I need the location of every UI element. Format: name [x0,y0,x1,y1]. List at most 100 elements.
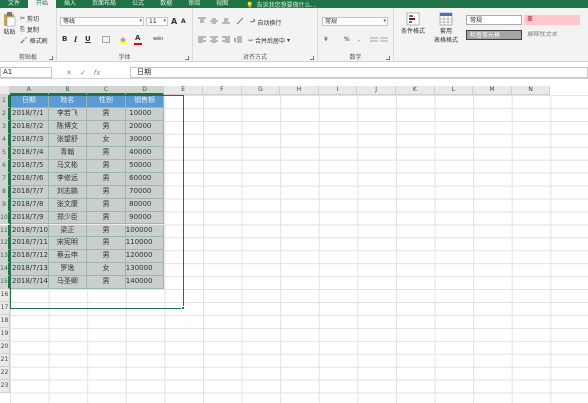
row-header-16[interactable]: 16 [0,289,10,303]
column-header-J[interactable]: J [357,86,396,95]
row-header-9[interactable]: 9 [0,198,10,212]
style-bad[interactable]: 差 [524,15,580,25]
row-header-1[interactable]: 1 [0,95,10,108]
cell-A3[interactable]: 2018/7/2 [10,120,49,134]
currency-button[interactable]: ¥ [324,36,328,43]
cell-B7[interactable]: 李修远 [48,172,88,186]
cell-B5[interactable]: 青翰 [48,146,88,160]
cell-B1[interactable]: 姓名 [48,95,88,108]
row-header-15[interactable]: 15 [0,276,10,290]
number-format-dropdown[interactable]: 常规 ▾ [322,17,388,26]
increase-decimal-icon[interactable] [370,36,378,43]
row-header-2[interactable]: 2 [0,107,10,121]
row-header-3[interactable]: 3 [0,120,10,134]
tab-5[interactable]: 数据 [152,0,180,8]
tab-0[interactable]: 文件 [0,0,28,8]
row-header-6[interactable]: 6 [0,159,10,173]
cell-B8[interactable]: 刘志鹏 [48,185,88,199]
column-header-B[interactable]: B [48,86,88,95]
cell-B13[interactable]: 蔡云申 [48,250,88,264]
cell-B12[interactable]: 宋宪明 [48,237,88,251]
column-header-G[interactable]: G [241,86,281,95]
underline-button[interactable]: U [85,35,91,43]
copy-button[interactable]: ⎘ 复制 [20,25,39,35]
cell-B10[interactable]: 郑少臣 [48,211,88,225]
cell-C9[interactable]: 男 [87,198,126,212]
tab-1[interactable]: 开始 [28,0,57,8]
row-header-20[interactable]: 20 [0,341,10,354]
clipboard-launcher-icon[interactable] [49,56,53,60]
cell-A14[interactable]: 2018/7/13 [10,263,49,277]
cell-C13[interactable]: 男 [87,250,126,264]
cell-D4[interactable]: 30000 [125,133,165,147]
shrink-font-button[interactable]: A [181,18,186,25]
cell-C7[interactable]: 男 [87,172,126,186]
cell-C10[interactable]: 男 [87,211,126,225]
column-header-N[interactable]: N [511,86,551,95]
percent-button[interactable]: % [344,36,350,43]
tab-7[interactable]: 视图 [208,0,236,8]
number-launcher-icon[interactable] [386,56,390,60]
cell-D7[interactable]: 60000 [125,172,165,186]
cell-D10[interactable]: 90000 [125,211,165,225]
format-as-table-button[interactable]: 套用 表格格式 [432,12,460,44]
cell-A12[interactable]: 2018/7/11 [10,237,49,251]
column-header-M[interactable]: M [473,86,512,95]
column-header-A[interactable]: A [10,86,49,95]
cell-D1[interactable]: 销售额 [125,95,165,108]
cell-D5[interactable]: 40000 [125,146,165,160]
formula-input[interactable]: 日期 [130,67,588,78]
format-painter-button[interactable]: 🖌 格式刷 [20,36,48,45]
conditional-format-button[interactable]: 条件格式 [398,12,428,35]
cell-A1[interactable]: 日期 [10,95,49,108]
tab-4[interactable]: 公式 [124,0,152,8]
row-header-17[interactable]: 17 [0,302,10,316]
borders-icon[interactable] [102,36,110,43]
cell-D11[interactable]: 100000 [125,224,165,238]
cell-D15[interactable]: 140000 [125,276,165,290]
enter-icon[interactable]: ✓ [80,69,86,77]
bold-button[interactable]: B [62,35,67,43]
font-color-button[interactable]: A [135,34,140,42]
align-right-icon[interactable] [222,36,230,43]
cell-A8[interactable]: 2018/7/7 [10,185,49,199]
cell-C12[interactable]: 男 [87,237,126,251]
column-header-L[interactable]: L [434,86,474,95]
cell-A13[interactable]: 2018/7/12 [10,250,49,264]
cell-B9[interactable]: 张文康 [48,198,88,212]
fill-handle[interactable] [181,306,185,310]
column-header-K[interactable]: K [396,86,435,95]
decrease-decimal-icon[interactable] [380,36,388,43]
cell-C8[interactable]: 男 [87,185,126,199]
cell-C2[interactable]: 男 [87,107,126,121]
cell-B15[interactable]: 马圣卿 [48,276,88,290]
italic-button[interactable]: I [74,35,77,44]
column-header-H[interactable]: H [280,86,319,95]
cell-C14[interactable]: 女 [87,263,126,277]
row-header-4[interactable]: 4 [0,133,10,147]
cell-D8[interactable]: 70000 [125,185,165,199]
row-header-11[interactable]: 11 [0,224,10,238]
cell-B14[interactable]: 罗逸 [48,263,88,277]
cell-A7[interactable]: 2018/7/6 [10,172,49,186]
decrease-indent-icon[interactable] [234,36,242,43]
cell-D9[interactable]: 80000 [125,198,165,212]
alignment-launcher-icon[interactable] [310,56,314,60]
cell-C1[interactable]: 性别 [87,95,126,108]
merge-center-button[interactable]: ⇿ 合并后居中 ▾ [248,36,290,45]
comma-button[interactable]: , [358,36,360,43]
align-top-icon[interactable] [198,17,206,24]
cell-C15[interactable]: 男 [87,276,126,290]
row-header-12[interactable]: 12 [0,237,10,251]
cell-A5[interactable]: 2018/7/4 [10,146,49,160]
grow-font-button[interactable]: A [171,17,177,26]
font-size-dropdown[interactable]: 11 ▾ [146,17,168,26]
column-header-I[interactable]: I [318,86,358,95]
column-header-D[interactable]: D [125,86,165,95]
row-header-19[interactable]: 19 [0,328,10,342]
tell-me-box[interactable]: 💡 告诉我您想要做什么... [246,0,316,9]
row-header-13[interactable]: 13 [0,250,10,264]
cell-A10[interactable]: 2018/7/9 [10,211,49,225]
cell-D3[interactable]: 20000 [125,120,165,134]
cell-A4[interactable]: 2018/7/3 [10,133,49,147]
